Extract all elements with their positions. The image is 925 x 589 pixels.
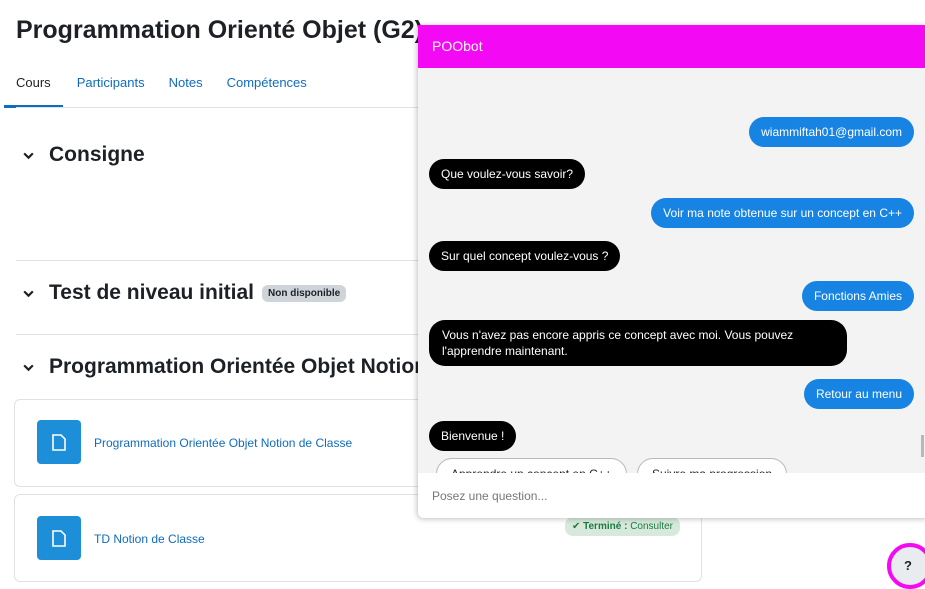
section-divider	[16, 334, 436, 335]
bot-message: Bienvenue !	[429, 421, 517, 451]
user-message: wiammiftah01@gmail.com	[749, 117, 914, 147]
section-divider	[16, 260, 436, 261]
tab-notes[interactable]: Notes	[169, 66, 203, 108]
section-title: Test de niveau initial	[49, 281, 254, 304]
section-test-niveau[interactable]: Test de niveau initial Non disponible	[22, 281, 347, 305]
chat-messages[interactable]: wiammiftah01@gmail.com Que voulez-vous s…	[418, 68, 925, 490]
bot-message: Sur quel concept voulez-vous ?	[429, 241, 621, 271]
page-icon	[37, 420, 81, 464]
completion-status: Terminé :	[583, 521, 628, 532]
chatbot-title: POObot	[432, 38, 483, 54]
activity-link[interactable]: Programmation Orientée Objet Notion de C…	[94, 436, 352, 450]
tab-competences[interactable]: Compétences	[227, 66, 307, 108]
chevron-down-icon	[23, 290, 34, 297]
chatbot-header: POObot	[418, 25, 925, 68]
user-message: Retour au menu	[803, 379, 914, 409]
tab-cours[interactable]: Cours	[4, 66, 63, 108]
chevron-down-icon	[23, 152, 34, 159]
completion-badge[interactable]: ✔ Terminé : Consulter	[564, 517, 680, 536]
bot-message: Vous n'avez pas encore appris ce concept…	[429, 320, 847, 366]
activity-link[interactable]: TD Notion de Classe	[94, 532, 205, 546]
tabs-divider	[16, 107, 436, 108]
chat-scrollbar[interactable]	[921, 435, 924, 457]
check-icon: ✔	[571, 521, 581, 532]
section-title: Consigne	[49, 143, 145, 166]
completion-action: Consulter	[630, 521, 673, 532]
availability-badge: Non disponible	[262, 284, 347, 302]
help-icon: ?	[904, 557, 912, 573]
chat-question-input[interactable]	[418, 473, 925, 518]
chat-input-bar	[418, 473, 925, 518]
chatbot-window: POObot wiammiftah01@gmail.com Que voulez…	[418, 25, 925, 518]
help-button[interactable]: ?	[887, 543, 925, 589]
tab-participants[interactable]: Participants	[77, 66, 145, 108]
bot-message: Que voulez-vous savoir?	[429, 159, 586, 189]
course-title: Programmation Orienté Objet (G2)	[16, 16, 424, 44]
user-message: Voir ma note obtenue sur un concept en C…	[651, 198, 914, 228]
chevron-down-icon	[23, 364, 34, 371]
user-message: Fonctions Amies	[801, 281, 914, 311]
section-consigne[interactable]: Consigne	[22, 143, 145, 167]
page-icon	[37, 516, 81, 560]
course-tabs: Cours Participants Notes Compétences	[4, 66, 331, 108]
